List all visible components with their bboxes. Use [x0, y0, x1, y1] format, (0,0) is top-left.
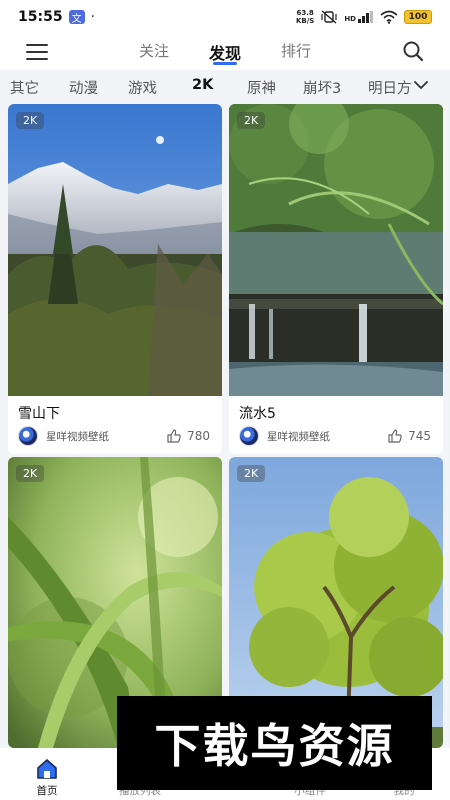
wallpaper-card[interactable]: 2K 流水5 星咩视频壁纸 745	[229, 104, 443, 454]
home-icon[interactable]	[36, 758, 58, 780]
category-games[interactable]: 游戏	[128, 77, 157, 98]
status-indicators: 63.8 KB/S HD 100	[296, 9, 432, 25]
card-author: 星咩视频壁纸	[18, 426, 109, 446]
translate-app-icon: 文	[68, 10, 85, 25]
nav-home-label: 首页	[36, 785, 58, 797]
likes-count[interactable]: 745	[387, 428, 431, 444]
nav-home[interactable]: 首页	[7, 758, 87, 798]
category-2k[interactable]: 2K	[192, 77, 213, 93]
category-other[interactable]: 其它	[10, 77, 39, 98]
category-genshin[interactable]: 原神	[247, 77, 276, 98]
author-name: 星咩视频壁纸	[267, 430, 330, 443]
category-row: 其它 动漫 游戏 2K 原神 崩坏3 明日方	[0, 70, 450, 102]
category-anime[interactable]: 动漫	[69, 77, 98, 98]
thumbs-up-icon[interactable]	[166, 428, 182, 444]
card-title: 流水5	[239, 406, 276, 422]
hd-label: HD	[344, 15, 356, 23]
tab-follow[interactable]: 关注	[139, 40, 169, 61]
menu-icon[interactable]	[26, 44, 48, 60]
tab-discover[interactable]: 发现	[209, 40, 241, 64]
network-speed-unit: KB/S	[295, 17, 315, 25]
battery-indicator: 100	[404, 10, 432, 24]
status-time: 15:55	[18, 9, 63, 25]
category-honkai3[interactable]: 崩坏3	[303, 77, 341, 98]
avatar	[239, 426, 259, 446]
network-speed: 63.8 KB/S	[296, 9, 314, 25]
search-icon[interactable]	[402, 40, 424, 62]
likes-count[interactable]: 780	[166, 428, 210, 444]
wifi-icon	[380, 10, 398, 24]
category-arknights[interactable]: 明日方	[368, 77, 412, 98]
network-speed-value: 63.8	[296, 9, 314, 17]
hd-signal-icon: HD	[344, 11, 374, 23]
resolution-badge: 2K	[16, 112, 45, 129]
notification-dot: ·	[90, 9, 96, 25]
wallpaper-card[interactable]: 2K 雪山下 星咩视频壁纸 780	[8, 104, 222, 454]
status-bar: 15:55 文 · 63.8 KB/S HD 100	[0, 0, 450, 34]
watermark-text: 下载鸟资源	[154, 719, 395, 773]
tab-ranking[interactable]: 排行	[281, 40, 311, 61]
wallpaper-thumbnail[interactable]: 2K	[229, 104, 443, 396]
top-header: 关注 发现 排行	[0, 34, 450, 70]
likes-value: 745	[408, 429, 431, 443]
category-more[interactable]: 明日方	[368, 70, 450, 102]
resolution-badge: 2K	[16, 465, 45, 482]
chevron-down-icon[interactable]	[414, 79, 428, 91]
watermark-banner: 下载鸟资源	[117, 696, 432, 790]
likes-value: 780	[187, 429, 210, 443]
card-author: 星咩视频壁纸	[239, 426, 330, 446]
avatar	[18, 426, 38, 446]
thumbs-up-icon[interactable]	[387, 428, 403, 444]
main-tabs: 关注 发现 排行	[0, 34, 450, 70]
wallpaper-thumbnail[interactable]: 2K	[8, 104, 222, 396]
card-title: 雪山下	[18, 406, 60, 422]
vibrate-off-icon	[321, 10, 337, 24]
resolution-badge: 2K	[237, 112, 266, 129]
author-name: 星咩视频壁纸	[46, 430, 109, 443]
resolution-badge: 2K	[237, 465, 266, 482]
